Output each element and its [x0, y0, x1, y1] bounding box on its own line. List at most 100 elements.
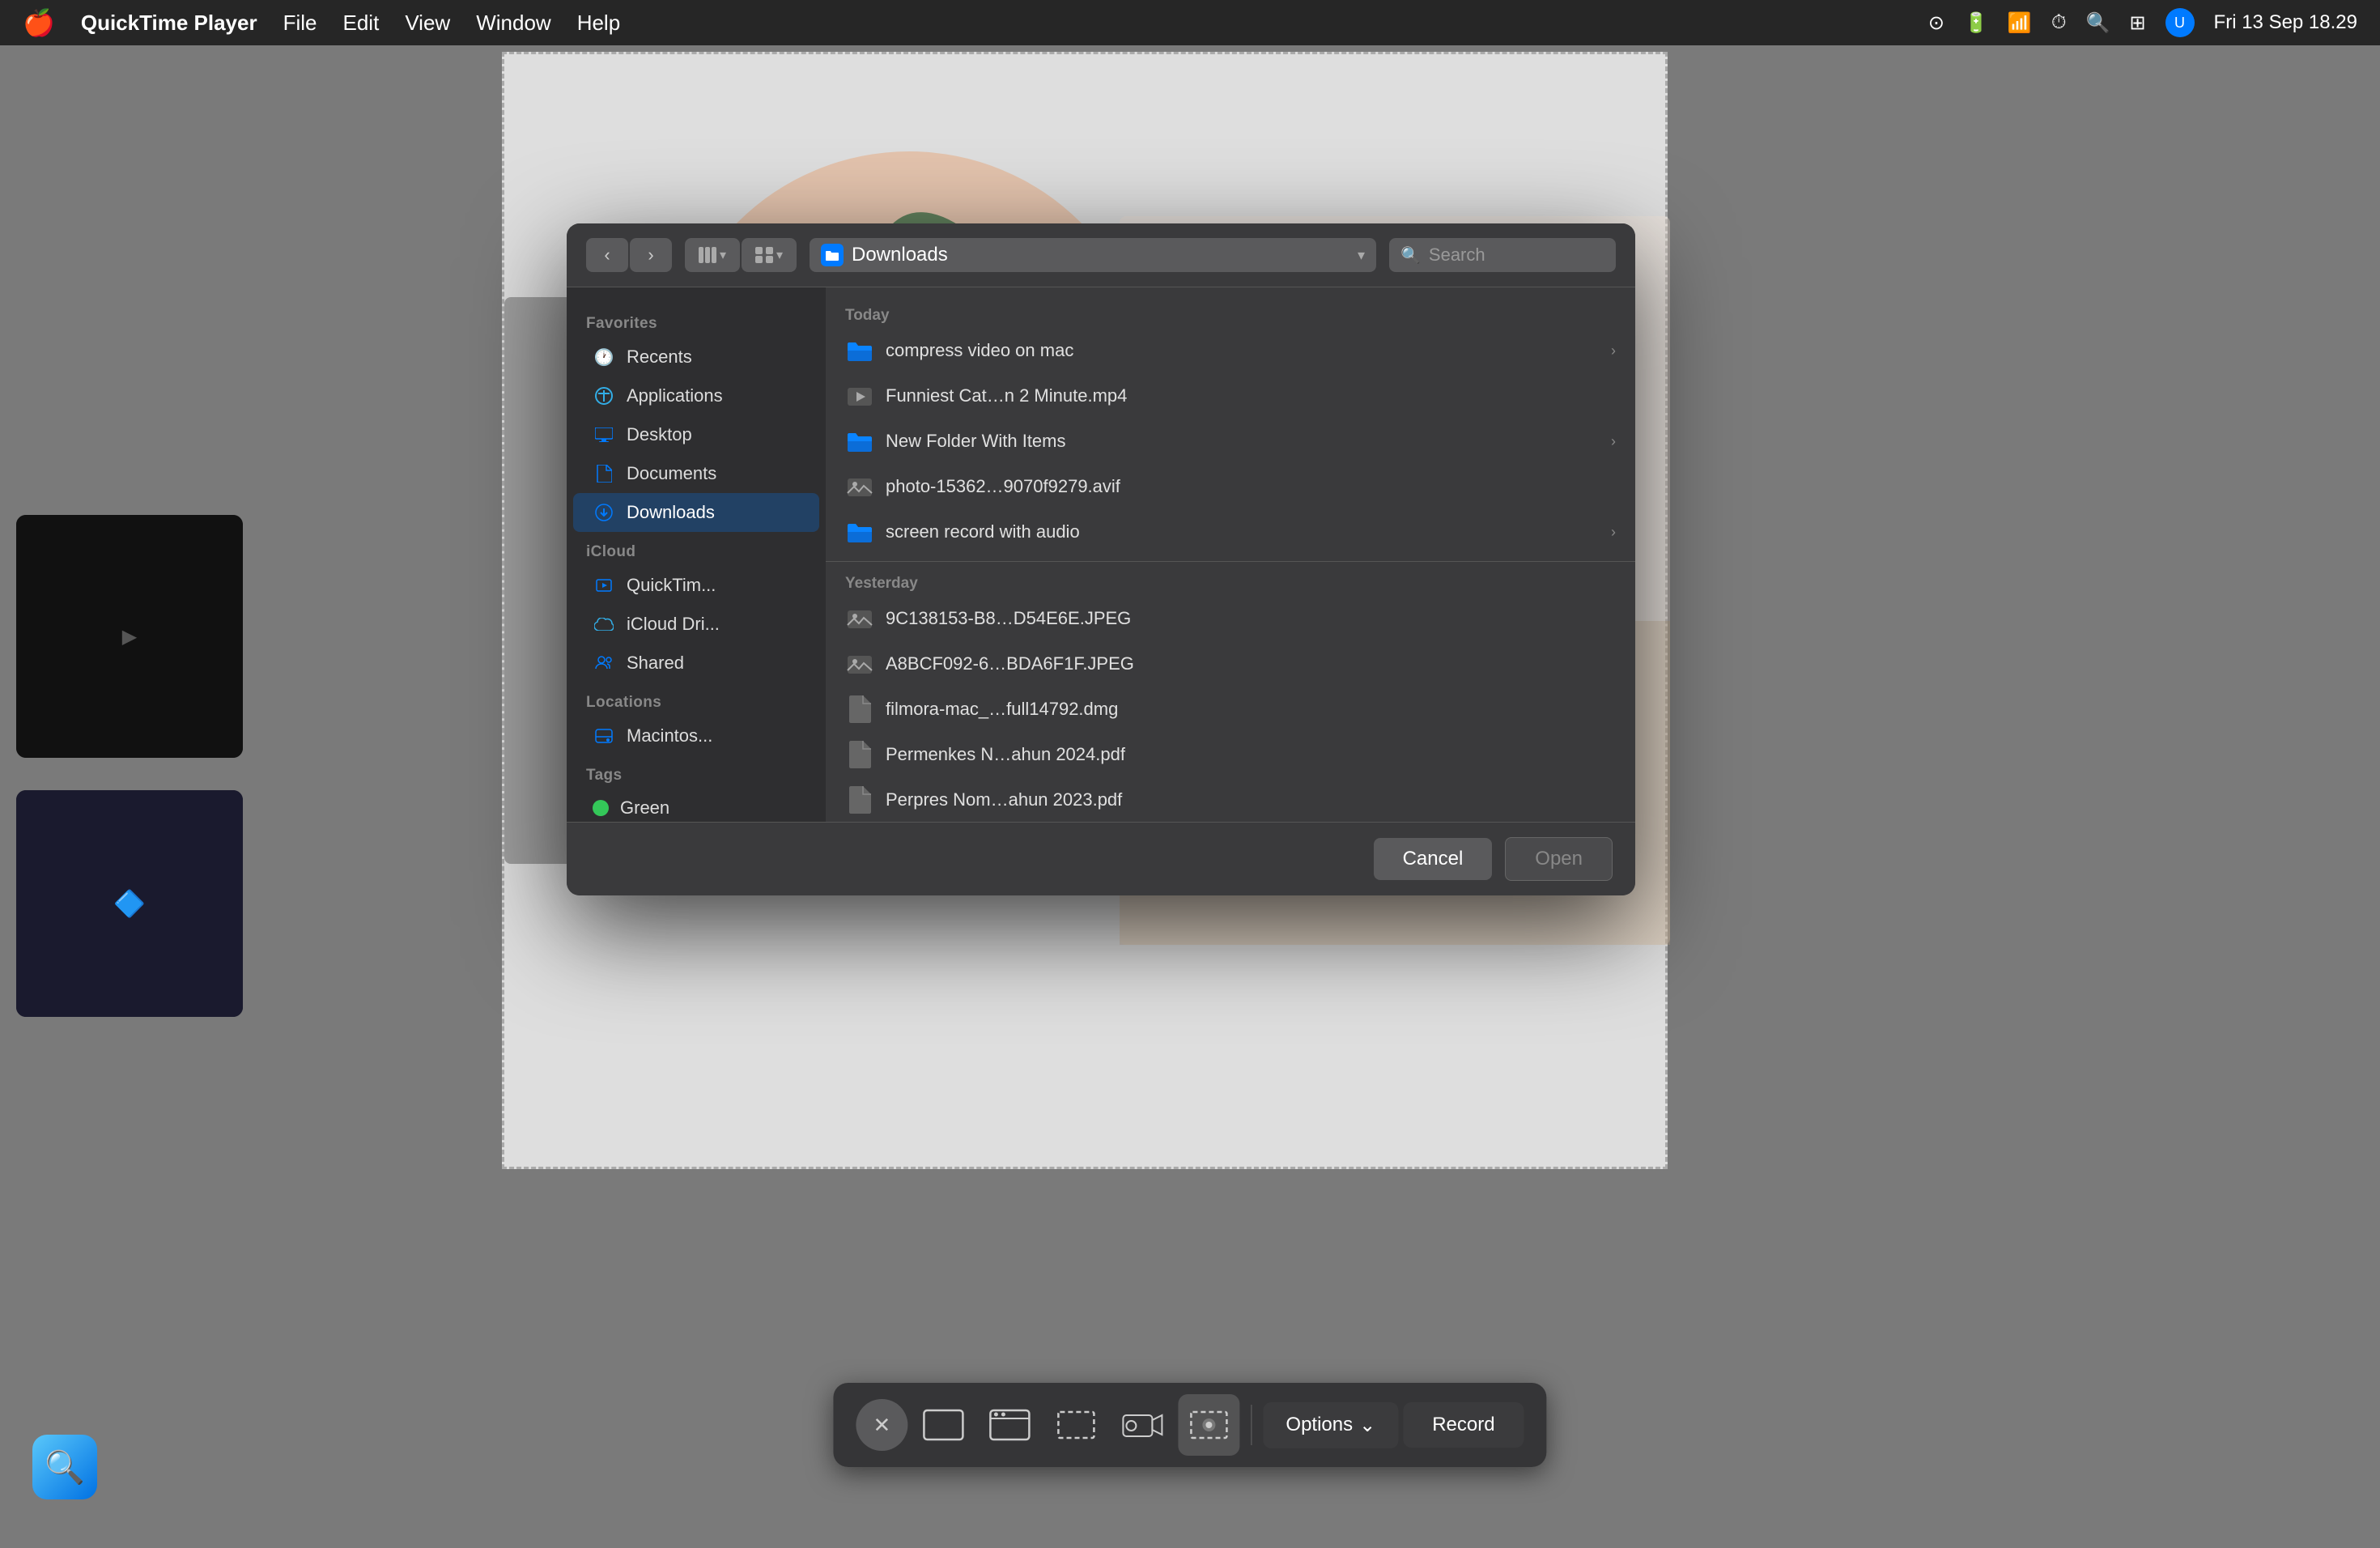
- file-name-perpres: Perpres Nom…ahun 2023.pdf: [886, 789, 1616, 810]
- back-button[interactable]: ‹: [586, 238, 628, 272]
- file-item-photo[interactable]: photo-15362…9070f9279.avif: [826, 464, 1635, 509]
- image-icon-jpeg1: [845, 604, 874, 633]
- sidebar-item-documents[interactable]: Documents: [573, 454, 819, 493]
- partial-screen-icon: [1188, 1409, 1230, 1441]
- view-grid-button[interactable]: ▾: [742, 238, 797, 272]
- sidebar-item-icloud-drive[interactable]: iCloud Dri...: [573, 605, 819, 644]
- menu-window[interactable]: Window: [476, 11, 550, 36]
- thumbnail-left-2: 🔷: [16, 790, 243, 1017]
- view-columns-button[interactable]: ▾: [685, 238, 740, 272]
- options-chevron-icon: ⌄: [1359, 1414, 1375, 1437]
- window-record-button[interactable]: [979, 1394, 1040, 1456]
- dialog-footer: Cancel Open: [567, 822, 1635, 895]
- divider-today-yesterday: [826, 561, 1635, 562]
- open-button[interactable]: Open: [1505, 837, 1613, 881]
- cancel-button[interactable]: Cancel: [1374, 838, 1493, 880]
- selection-record-button[interactable]: [1045, 1394, 1107, 1456]
- menu-edit[interactable]: Edit: [343, 11, 380, 36]
- green-tag-dot: [593, 800, 609, 816]
- pdf-icon-perpres: [845, 785, 874, 814]
- file-name-jpeg1: 9C138153-B8…D54E6E.JPEG: [886, 608, 1616, 629]
- options-label: Options: [1286, 1414, 1353, 1436]
- window-icon: [988, 1409, 1031, 1441]
- file-item-jpeg2[interactable]: A8BCF092-6…BDA6F1F.JPEG: [826, 641, 1635, 687]
- dialog-sidebar: Favorites 🕐 Recents Applications Desktop: [567, 287, 826, 822]
- camera-overlay-button[interactable]: [1111, 1394, 1173, 1456]
- sidebar-item-applications[interactable]: Applications: [573, 376, 819, 415]
- apple-menu[interactable]: 🍎: [23, 7, 55, 38]
- sidebar-item-recents[interactable]: 🕐 Recents: [573, 338, 819, 376]
- file-item-compress-video[interactable]: compress video on mac ›: [826, 328, 1635, 373]
- app-name: QuickTime Player: [81, 11, 257, 36]
- forward-button[interactable]: ›: [630, 238, 672, 272]
- folder-icon-new-items: [845, 427, 874, 456]
- file-item-screen-record[interactable]: screen record with audio ›: [826, 509, 1635, 555]
- selection-icon: [1055, 1409, 1097, 1441]
- close-toolbar-button[interactable]: ✕: [856, 1399, 907, 1451]
- file-name-compress: compress video on mac: [886, 340, 1600, 361]
- options-button[interactable]: Options ⌄: [1263, 1402, 1398, 1448]
- sidebar-item-macintosh[interactable]: Macintos...: [573, 717, 819, 755]
- hdd-icon: [593, 725, 615, 747]
- file-item-new-folder-items[interactable]: New Folder With Items ›: [826, 419, 1635, 464]
- partial-screen-record-button[interactable]: [1178, 1394, 1239, 1456]
- folder-icon-compress: [845, 336, 874, 365]
- menu-view[interactable]: View: [405, 11, 450, 36]
- file-item-filmora[interactable]: filmora-mac_…full14792.dmg: [826, 687, 1635, 732]
- view-buttons: ▾ ▾: [685, 238, 797, 272]
- menubar-right: ⊙ 🔋 📶 ⏱ 🔍 ⊞ U Fri 13 Sep 18.29: [1928, 8, 2357, 37]
- sidebar-item-quicktime[interactable]: QuickTim...: [573, 566, 819, 605]
- pdf-icon-permenkes: [845, 740, 874, 769]
- file-name-new-folder: New Folder With Items: [886, 431, 1600, 452]
- applications-icon: [593, 385, 615, 407]
- desktop-icon: [593, 423, 615, 446]
- file-item-perpres[interactable]: Perpres Nom…ahun 2023.pdf: [826, 777, 1635, 822]
- image-icon-photo: [845, 472, 874, 501]
- sidebar-label-documents: Documents: [627, 463, 716, 484]
- fullscreen-record-button[interactable]: [912, 1394, 974, 1456]
- file-dialog: ‹ › ▾ ▾ Downloads ▾: [567, 223, 1635, 895]
- sidebar-item-downloads[interactable]: Downloads: [573, 493, 819, 532]
- image-icon-jpeg2: [845, 649, 874, 678]
- quicktime-icon: [593, 574, 615, 597]
- time-machine-icon: ⏱: [2051, 11, 2067, 34]
- sidebar-item-shared[interactable]: Shared: [573, 644, 819, 683]
- sidebar-item-desktop[interactable]: Desktop: [573, 415, 819, 454]
- user-icon: U: [2165, 8, 2195, 37]
- location-folder-icon: [821, 244, 844, 266]
- search-box[interactable]: 🔍 Search: [1389, 238, 1616, 272]
- record-button[interactable]: Record: [1403, 1402, 1524, 1448]
- thumbnail-left-1: ▶: [16, 515, 243, 758]
- file-name-filmora: filmora-mac_…full14792.dmg: [886, 699, 1616, 720]
- file-arrow-screen-record: ›: [1611, 524, 1616, 541]
- clock: Fri 13 Sep 18.29: [2214, 11, 2357, 34]
- finder-icon: 🔍: [32, 1435, 97, 1499]
- dialog-toolbar: ‹ › ▾ ▾ Downloads ▾: [567, 223, 1635, 287]
- file-name-permenkes: Permenkes N…ahun 2024.pdf: [886, 744, 1616, 765]
- menu-file[interactable]: File: [283, 11, 317, 36]
- sidebar-label-recents: Recents: [627, 347, 692, 368]
- menu-help[interactable]: Help: [577, 11, 620, 36]
- file-item-jpeg1[interactable]: 9C138153-B8…D54E6E.JPEG: [826, 596, 1635, 641]
- file-name-screen-record: screen record with audio: [886, 521, 1600, 542]
- location-name: Downloads: [852, 244, 948, 266]
- documents-icon: [593, 462, 615, 485]
- sidebar-label-shared: Shared: [627, 653, 684, 674]
- sidebar-label-green: Green: [620, 797, 669, 819]
- file-item-funniest-cat[interactable]: Funniest Cat…n 2 Minute.mp4: [826, 373, 1635, 419]
- icloud-label: iCloud: [567, 532, 826, 566]
- search-placeholder: Search: [1429, 245, 1485, 266]
- sidebar-label-quicktime: QuickTim...: [627, 575, 716, 596]
- search-icon[interactable]: 🔍: [2086, 11, 2110, 35]
- sidebar-item-green-tag[interactable]: Green: [573, 789, 819, 822]
- location-selector[interactable]: Downloads ▾: [810, 238, 1376, 272]
- control-center-icon[interactable]: ⊞: [2129, 11, 2145, 35]
- file-item-permenkes[interactable]: Permenkes N…ahun 2024.pdf: [826, 732, 1635, 777]
- icloud-icon: [593, 613, 615, 636]
- file-name-jpeg2: A8BCF092-6…BDA6F1F.JPEG: [886, 653, 1616, 674]
- favorites-label: Favorites: [567, 304, 826, 338]
- camera-overlay-icon: [1121, 1409, 1163, 1441]
- search-icon-small: 🔍: [1400, 245, 1421, 266]
- screenrecord-icon: ⊙: [1928, 11, 1944, 35]
- recents-icon: 🕐: [593, 346, 615, 368]
